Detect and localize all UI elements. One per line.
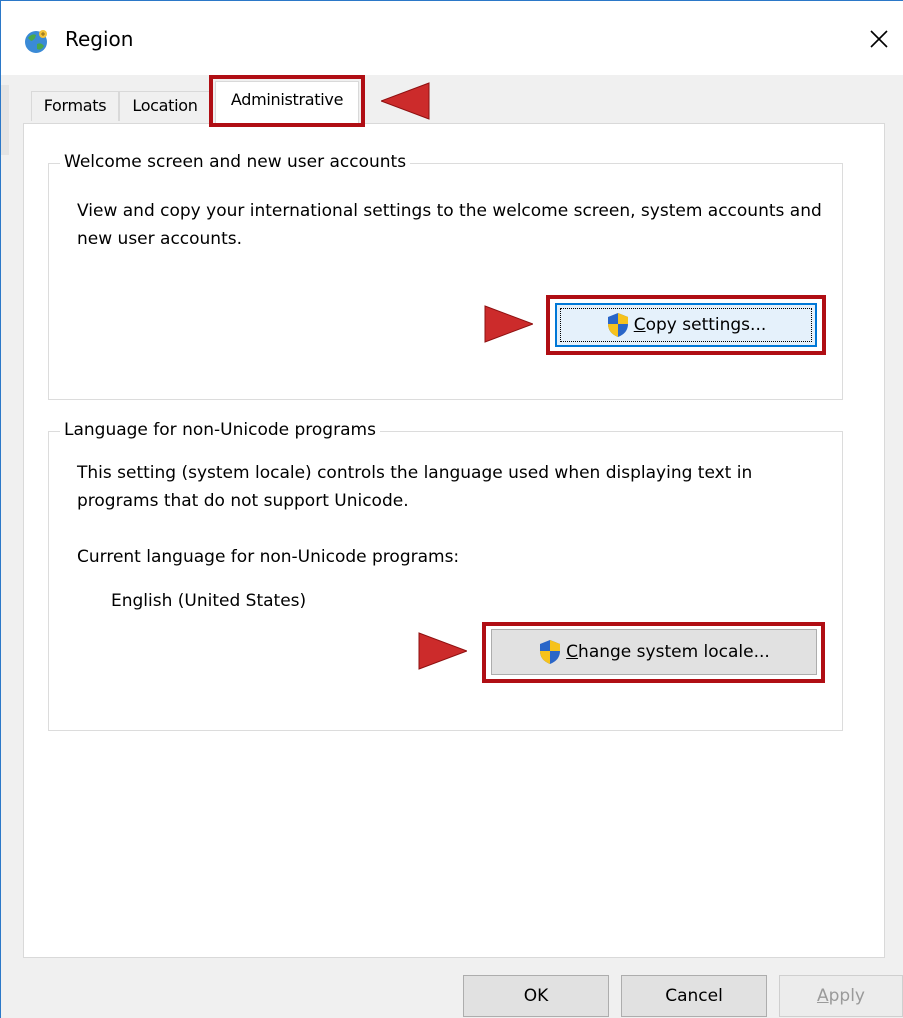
uac-shield-icon [540,640,561,664]
annotation-arrow-right-icon [484,305,533,343]
current-language-value: English (United States) [111,591,307,611]
uac-shield-icon [607,313,628,337]
tab-formats[interactable]: Formats [31,91,119,121]
apply-button[interactable]: Apply [779,975,903,1017]
annotation-arrow-right-icon [418,632,467,670]
welcome-description: View and copy your international setting… [77,201,822,249]
globe-icon [25,30,47,53]
cancel-label: Cancel [665,986,723,1006]
ok-button[interactable]: OK [463,975,609,1017]
welcome-group-title: Welcome screen and new user accounts [60,152,411,172]
tab-label: Location [132,96,198,115]
title-bar[interactable]: Region [1,1,903,75]
copy-settings-label: Copy settings... [633,315,767,335]
background-window-edge [1,85,9,155]
close-icon[interactable] [863,23,895,55]
ok-label: OK [523,986,549,1006]
language-description: This setting (system locale) controls th… [77,463,753,511]
region-dialog: Region Formats Location Administrative W… [0,0,903,1018]
change-system-locale-label: Change system locale... [566,642,770,662]
language-group-title: Language for non-Unicode programs [60,420,380,440]
current-language-label: Current language for non-Unicode program… [77,547,460,567]
annotation-arrow-left-icon [381,82,430,120]
apply-label: Apply [816,986,865,1006]
copy-settings-button[interactable]: Copy settings... [555,303,817,347]
tab-administrative[interactable]: Administrative [215,81,359,125]
tab-label: Administrative [230,90,344,109]
tab-label: Formats [43,96,107,115]
cancel-button[interactable]: Cancel [621,975,767,1017]
tab-location[interactable]: Location [119,91,211,121]
window-title: Region [65,27,134,51]
change-system-locale-button[interactable]: Change system locale... [491,629,817,675]
